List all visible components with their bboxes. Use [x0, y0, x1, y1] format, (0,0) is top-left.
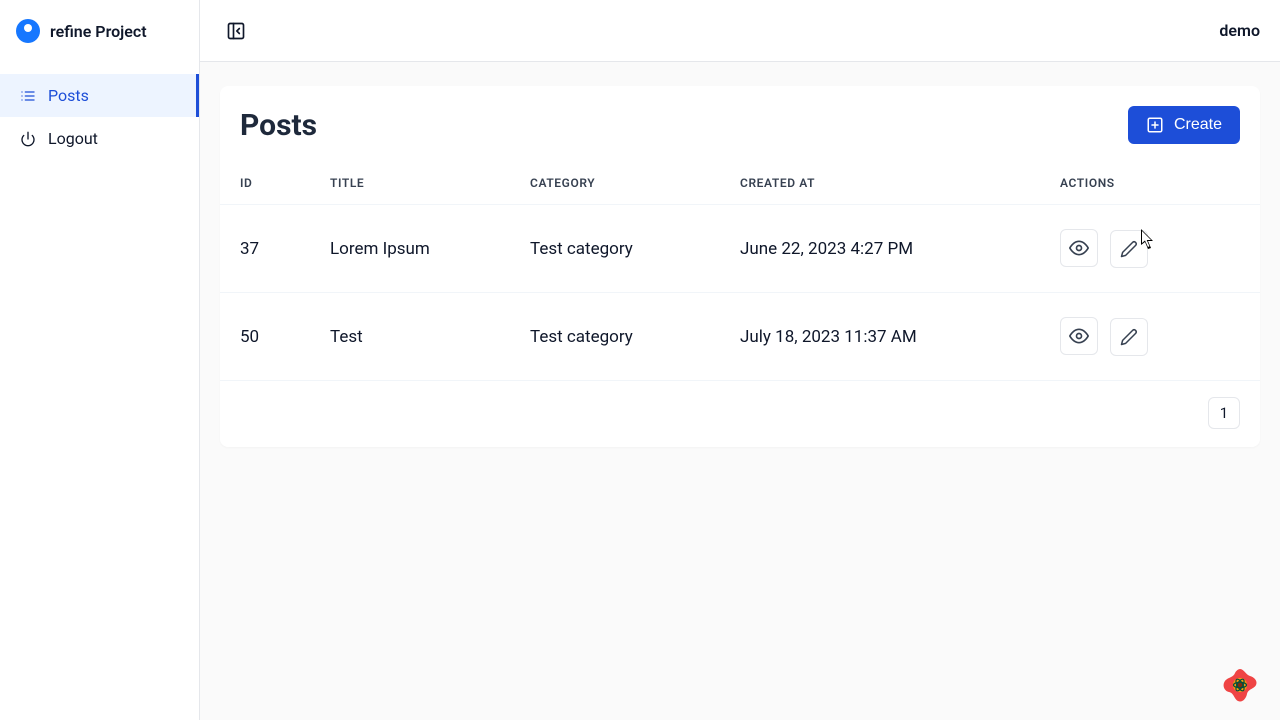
brand-name: refine Project	[50, 22, 147, 41]
cell-created-at: July 18, 2023 11:37 AM	[720, 293, 1040, 381]
create-button[interactable]: Create	[1128, 106, 1240, 144]
brand-logo[interactable]: refine Project	[0, 0, 199, 62]
sidebar-toggle-button[interactable]	[220, 15, 252, 47]
user-name[interactable]: demo	[1219, 21, 1260, 40]
column-header-id[interactable]: ID	[220, 162, 310, 205]
sidebar-item-label: Posts	[48, 86, 89, 105]
cell-id: 37	[220, 205, 310, 293]
column-header-category[interactable]: CATEGORY	[510, 162, 720, 205]
edit-button[interactable]	[1110, 318, 1148, 356]
table-row: 50 Test Test category July 18, 2023 11:3…	[220, 293, 1260, 381]
view-button[interactable]	[1060, 229, 1098, 267]
plus-square-icon	[1146, 116, 1164, 134]
cell-title: Lorem Ipsum	[310, 205, 510, 293]
cell-id: 50	[220, 293, 310, 381]
posts-card: Posts Create ID TITLE CATEGORY	[220, 86, 1260, 447]
pagination: 1	[220, 381, 1260, 429]
eye-icon	[1069, 238, 1089, 258]
page-title: Posts	[240, 108, 317, 143]
column-header-created-at[interactable]: CREATED AT	[720, 162, 1040, 205]
column-header-title[interactable]: TITLE	[310, 162, 510, 205]
sidebar-item-label: Logout	[48, 129, 98, 148]
panel-left-close-icon	[226, 21, 246, 41]
topbar: demo	[200, 0, 1280, 62]
sidebar-nav: Posts Logout	[0, 62, 199, 160]
column-header-actions: ACTIONS	[1040, 162, 1260, 205]
pencil-icon	[1120, 240, 1138, 258]
sidebar-item-logout[interactable]: Logout	[0, 117, 199, 160]
sidebar-item-posts[interactable]: Posts	[0, 74, 199, 117]
cell-category: Test category	[510, 205, 720, 293]
posts-table: ID TITLE CATEGORY CREATED AT ACTIONS 37 …	[220, 162, 1260, 381]
create-button-label: Create	[1174, 116, 1222, 134]
eye-icon	[1069, 326, 1089, 346]
pencil-icon	[1120, 328, 1138, 346]
table-row: 37 Lorem Ipsum Test category June 22, 20…	[220, 205, 1260, 293]
edit-button[interactable]	[1110, 230, 1148, 268]
cell-category: Test category	[510, 293, 720, 381]
sidebar: refine Project Posts Logout	[0, 0, 200, 720]
page-number[interactable]: 1	[1208, 397, 1240, 429]
refine-logo-icon	[16, 19, 40, 43]
power-icon	[20, 131, 36, 147]
react-query-devtools-icon[interactable]	[1220, 665, 1260, 705]
cell-title: Test	[310, 293, 510, 381]
cell-created-at: June 22, 2023 4:27 PM	[720, 205, 1040, 293]
view-button[interactable]	[1060, 317, 1098, 355]
list-icon	[20, 88, 36, 104]
